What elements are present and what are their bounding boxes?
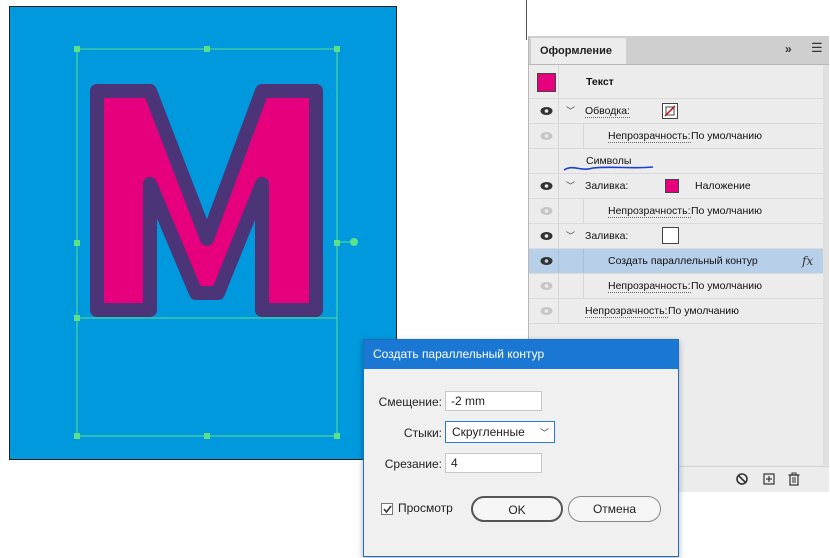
visibility-eye-icon[interactable] <box>540 256 553 266</box>
stroke-label[interactable]: Обводка: <box>585 105 630 118</box>
appearance-row-fill-1-opacity[interactable]: Непрозрачность: По умолчанию <box>529 199 823 224</box>
visibility-eye-icon[interactable] <box>540 231 553 241</box>
appearance-row-fill-2[interactable]: ﹀ Заливка: <box>529 224 823 249</box>
visibility-eye-icon[interactable] <box>540 281 553 291</box>
object-opacity-label[interactable]: Непрозрачность: <box>585 305 668 318</box>
chevron-down-icon[interactable]: ﹀ <box>566 104 575 117</box>
miter-limit-label: Срезание: <box>384 457 442 471</box>
visibility-eye-icon[interactable] <box>540 306 553 316</box>
stroke-opacity-value: По умолчанию <box>691 130 763 142</box>
fill-1-opacity-label[interactable]: Непрозрачность: <box>608 205 691 218</box>
visibility-eye-icon[interactable] <box>540 131 553 141</box>
offset-path-effect-label[interactable]: Создать параллельный контур <box>608 255 758 267</box>
fill-1-opacity-value: По умолчанию <box>691 205 763 217</box>
fill-1-color-swatch[interactable] <box>665 179 679 193</box>
checkmark-icon <box>383 505 392 514</box>
annotation-underline <box>563 166 654 171</box>
visibility-eye-icon[interactable] <box>540 181 553 191</box>
fill-2-label[interactable]: Заливка: <box>585 230 628 242</box>
object-type-label: Текст <box>586 76 614 88</box>
offset-path-dialog: Создать параллельный контур Смещение: Ст… <box>363 339 679 557</box>
ok-button[interactable]: OK <box>471 496 563 522</box>
fx-icon[interactable]: fx <box>802 254 813 268</box>
effect-opacity-label[interactable]: Непрозрачность: <box>608 280 691 293</box>
joins-label: Стыки: <box>403 426 442 440</box>
appearance-row-stroke[interactable]: ﹀ Обводка: <box>529 99 823 124</box>
stroke-none-swatch[interactable] <box>662 103 678 119</box>
appearance-row-offset-path-effect[interactable]: Создать параллельный контур fx <box>529 249 823 274</box>
preview-checkbox[interactable] <box>381 503 393 515</box>
chevron-down-icon[interactable]: ﹀ <box>566 179 575 192</box>
joins-selected-value: Скругленные <box>452 425 525 439</box>
clear-appearance-icon[interactable] <box>734 471 750 487</box>
collapse-panel-icon[interactable]: » <box>785 42 792 56</box>
panel-menu-icon[interactable]: ☰ <box>811 40 823 56</box>
object-opacity-value: По умолчанию <box>668 305 740 317</box>
panel-tab-bar: Оформление » ☰ <box>529 36 829 65</box>
text-thread-port[interactable] <box>338 232 368 252</box>
appearance-row-text[interactable]: Текст <box>529 65 823 99</box>
canvas-divider <box>526 0 527 40</box>
offset-label: Смещение: <box>378 395 442 409</box>
duplicate-item-icon[interactable] <box>761 471 777 487</box>
appearance-row-characters[interactable]: Символы <box>529 149 823 174</box>
letter-m-outline[interactable] <box>90 84 323 317</box>
delete-item-icon[interactable] <box>786 471 802 487</box>
fill-1-blend-mode[interactable]: Наложение <box>695 180 751 192</box>
offset-input[interactable] <box>445 391 542 411</box>
dialog-title[interactable]: Создать параллельный контур <box>364 340 678 369</box>
preview-label[interactable]: Просмотр <box>398 501 453 515</box>
appearance-row-object-opacity[interactable]: Непрозрачность: По умолчанию <box>529 299 823 324</box>
visibility-eye-icon[interactable] <box>540 206 553 216</box>
tab-appearance[interactable]: Оформление <box>531 38 626 64</box>
panel-scrollbar[interactable] <box>823 65 829 465</box>
object-color-swatch[interactable] <box>537 73 556 92</box>
appearance-row-stroke-opacity[interactable]: Непрозрачность: По умолчанию <box>529 124 823 149</box>
cancel-button[interactable]: Отмена <box>568 496 661 522</box>
joins-select[interactable]: Скругленные ﹀ <box>445 421 555 443</box>
chevron-down-icon: ﹀ <box>539 428 549 438</box>
fill-1-label[interactable]: Заливка: <box>585 180 628 192</box>
effect-opacity-value: По умолчанию <box>691 280 763 292</box>
visibility-eye-icon[interactable] <box>540 106 553 116</box>
miter-limit-input[interactable] <box>445 453 542 473</box>
fill-2-none-swatch[interactable] <box>662 227 679 244</box>
chevron-down-icon[interactable]: ﹀ <box>566 229 575 242</box>
stroke-opacity-label[interactable]: Непрозрачность: <box>608 130 691 143</box>
appearance-row-fill-1[interactable]: ﹀ Заливка: Наложение <box>529 174 823 199</box>
appearance-row-effect-opacity[interactable]: Непрозрачность: По умолчанию <box>529 274 823 299</box>
